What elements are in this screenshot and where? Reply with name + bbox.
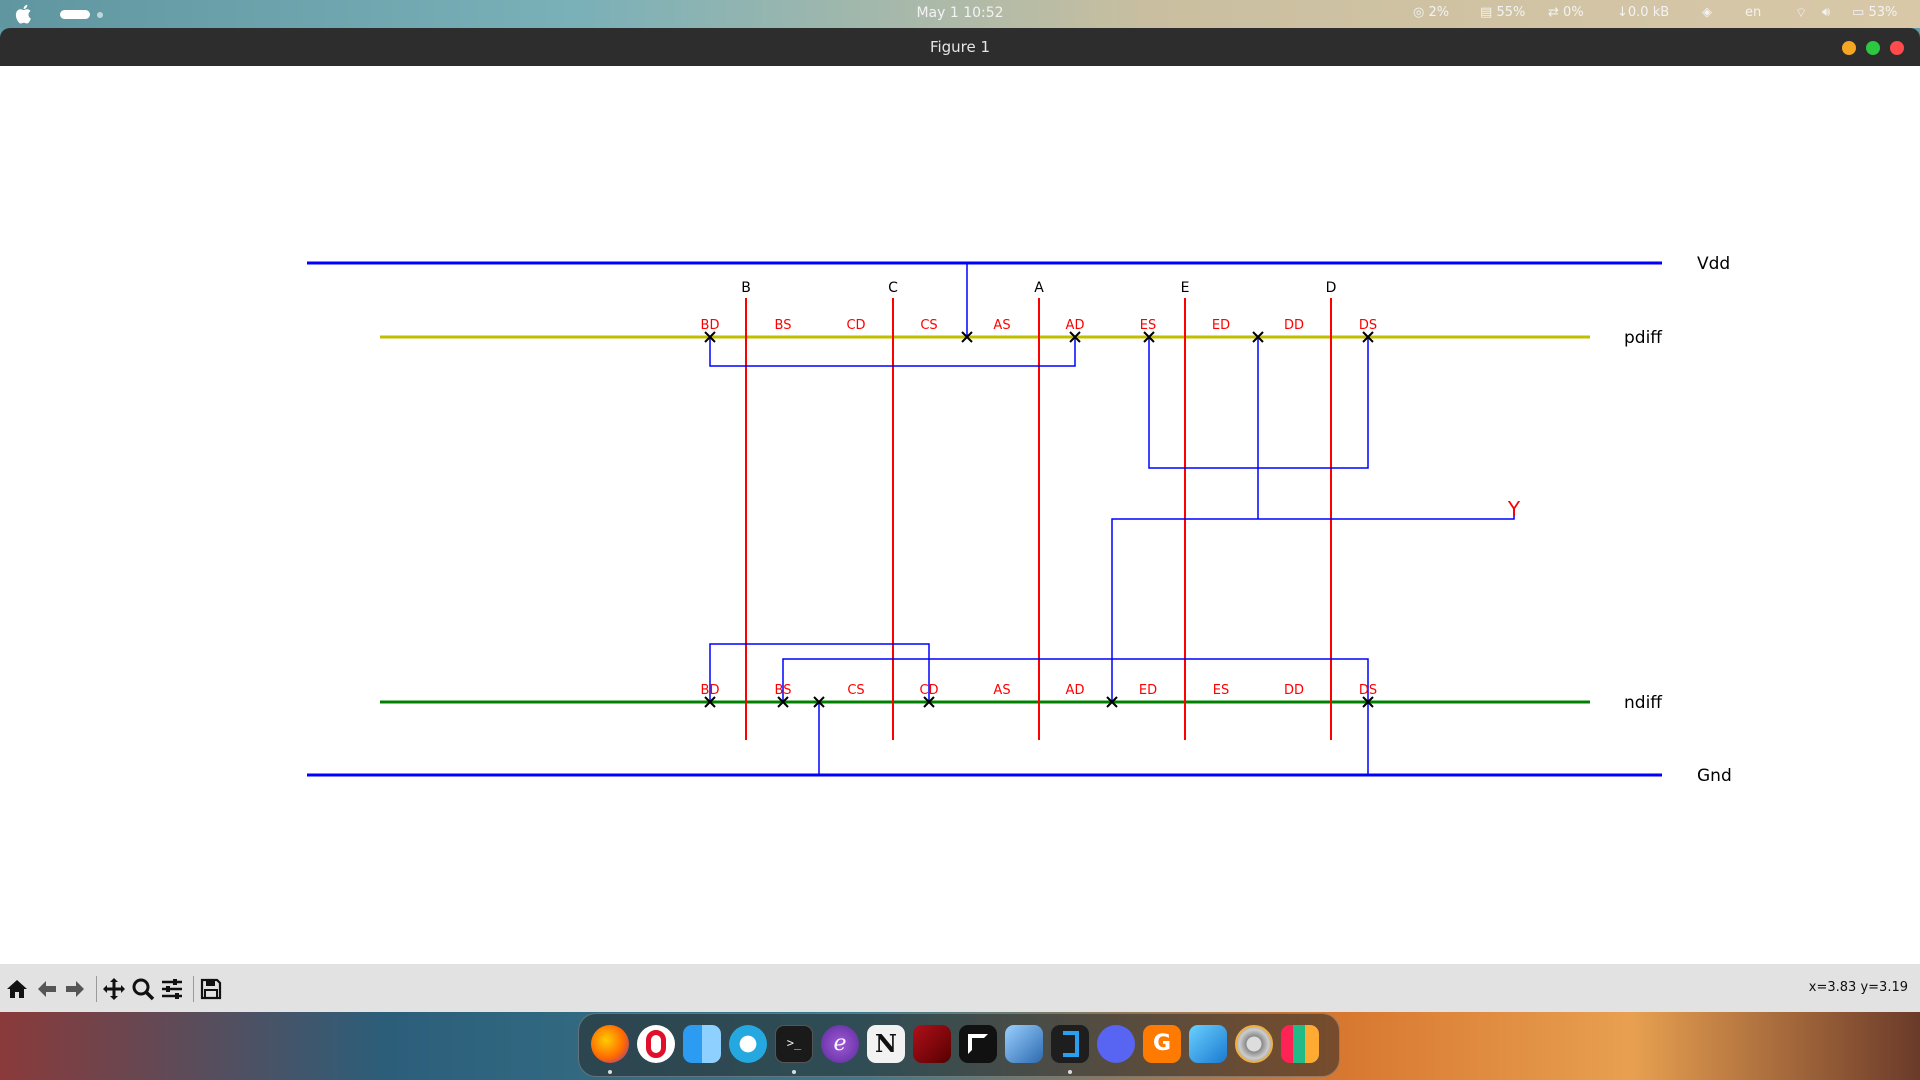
cpu-value: 2%	[1428, 5, 1450, 20]
cpu-status[interactable]: ◎ 2%	[1413, 5, 1449, 20]
swap-value: 0%	[1563, 5, 1584, 20]
interconnect-wires	[709, 263, 1515, 775]
network-status[interactable]: ↓0.0 kB	[1617, 5, 1669, 20]
ndiff-terminal-label: AS	[993, 683, 1010, 698]
opera-icon[interactable]	[637, 1025, 675, 1063]
figure-toolbar: x=3.83 y=3.19	[0, 964, 1920, 1012]
system-preferences-icon[interactable]	[1235, 1025, 1273, 1063]
pdiff-terminal-label: BD	[701, 318, 720, 333]
gate-label-e: E	[1181, 280, 1190, 296]
filezilla-icon[interactable]	[913, 1025, 951, 1063]
pdiff-terminal-label: AD	[1066, 318, 1085, 333]
volume-icon[interactable]: 🔊︎	[1822, 5, 1830, 20]
toolbar-separator	[96, 976, 97, 1002]
ndiff-label: ndiff	[1624, 693, 1663, 713]
pdiff-terminal-label: AS	[993, 318, 1010, 333]
pdiff-terminal-label: DS	[1359, 318, 1377, 333]
window-title: Figure 1	[929, 38, 991, 56]
xcode-icon[interactable]	[1005, 1025, 1043, 1063]
battery-icon: ▭	[1852, 5, 1865, 20]
battery-status[interactable]: ▭ 53%	[1852, 5, 1897, 20]
zoom-icon[interactable]	[130, 976, 156, 1002]
memory-value: 55%	[1496, 5, 1526, 20]
finder-icon[interactable]	[683, 1025, 721, 1063]
toolbar-separator	[193, 976, 194, 1002]
terminal-icon[interactable]: >_	[775, 1025, 813, 1063]
safari-icon[interactable]	[729, 1025, 767, 1063]
pdiff-terminal-label: CD	[846, 318, 865, 333]
pdiff-terminal-label: DD	[1284, 318, 1304, 333]
cpu-icon: ◎	[1413, 5, 1425, 20]
ndiff-terminal-label: BS	[775, 683, 792, 698]
gate-label-c: C	[888, 280, 898, 296]
cursor-coordinates: x=3.83 y=3.19	[1808, 980, 1908, 995]
ndiff-terminal-label: DS	[1359, 683, 1377, 698]
stick-diagram: Vdd Gnd pdiff ndiff B C A E D BD BS CD C…	[307, 254, 1732, 786]
configure-icon[interactable]	[159, 976, 185, 1002]
notion-icon[interactable]: N	[867, 1025, 905, 1063]
output-y-label: Y	[1507, 497, 1521, 521]
virtualbox-icon[interactable]	[1189, 1025, 1227, 1063]
running-indicator	[1068, 1070, 1072, 1074]
memory-icon: ▤	[1480, 5, 1493, 20]
ndiff-terminal-label: BD	[701, 683, 720, 698]
vpn-icon[interactable]: ◈	[1702, 5, 1712, 20]
minimize-button[interactable]	[1842, 41, 1856, 55]
wifi-icon[interactable]: ⌔	[1795, 5, 1807, 21]
gate-label-a: A	[1034, 280, 1044, 296]
gate-label-b: B	[741, 280, 751, 296]
pdiff-terminal-label: ED	[1212, 318, 1230, 333]
wire-output-y	[1111, 507, 1515, 702]
back-icon[interactable]	[34, 976, 60, 1002]
ndiff-terminal-label: AD	[1066, 683, 1085, 698]
save-icon[interactable]	[198, 976, 224, 1002]
grammarly-icon[interactable]: G	[1143, 1025, 1181, 1063]
network-value: 0.0 kB	[1627, 5, 1670, 20]
ndiff-terminal-label: CS	[847, 683, 864, 698]
dock: >_ ℯ N G	[578, 1013, 1340, 1077]
forward-icon[interactable]	[62, 976, 88, 1002]
maximize-button[interactable]	[1866, 41, 1880, 55]
pan-icon[interactable]	[101, 976, 127, 1002]
close-button[interactable]	[1890, 41, 1904, 55]
gate-label-d: D	[1326, 280, 1337, 296]
pdiff-terminal-label: BS	[775, 318, 792, 333]
pdiff-terminal-label: ES	[1140, 318, 1156, 333]
gnd-label: Gnd	[1697, 766, 1732, 786]
vdd-label: Vdd	[1697, 254, 1730, 274]
swap-status[interactable]: ⇄ 0%	[1548, 5, 1584, 20]
discord-icon[interactable]	[1097, 1025, 1135, 1063]
pdiff-label: pdiff	[1624, 328, 1663, 348]
menu-bar: May 1 10:52 ◎ 2% ▤ 55% ⇄ 0% ↓0.0 kB ◈ en…	[0, 0, 1920, 28]
firefox-icon[interactable]	[591, 1025, 629, 1063]
launchpad-icon[interactable]	[1281, 1025, 1319, 1063]
swap-icon: ⇄	[1548, 5, 1559, 20]
pdiff-terminal-label: CS	[920, 318, 937, 333]
emacs-icon[interactable]: ℯ	[821, 1025, 859, 1063]
home-icon[interactable]	[4, 976, 30, 1002]
download-icon: ↓	[1617, 5, 1628, 20]
vscode-icon[interactable]	[1051, 1025, 1089, 1063]
ndiff-terminal-label: DD	[1284, 683, 1304, 698]
wire-bd-cd-ndiff	[709, 643, 930, 702]
battery-value: 53%	[1868, 5, 1898, 20]
memory-status[interactable]: ▤ 55%	[1480, 5, 1525, 20]
input-language[interactable]: en	[1745, 5, 1761, 20]
ndiff-terminal-label: ED	[1139, 683, 1157, 698]
window-titlebar[interactable]: Figure 1	[0, 28, 1920, 66]
running-indicator	[792, 1070, 796, 1074]
ndiff-terminal-label: CD	[919, 683, 938, 698]
figure-canvas[interactable]: Vdd Gnd pdiff ndiff B C A E D BD BS CD C…	[0, 66, 1920, 964]
running-indicator	[608, 1070, 612, 1074]
cursor-app-icon[interactable]	[959, 1025, 997, 1063]
ndiff-terminal-label: ES	[1213, 683, 1229, 698]
